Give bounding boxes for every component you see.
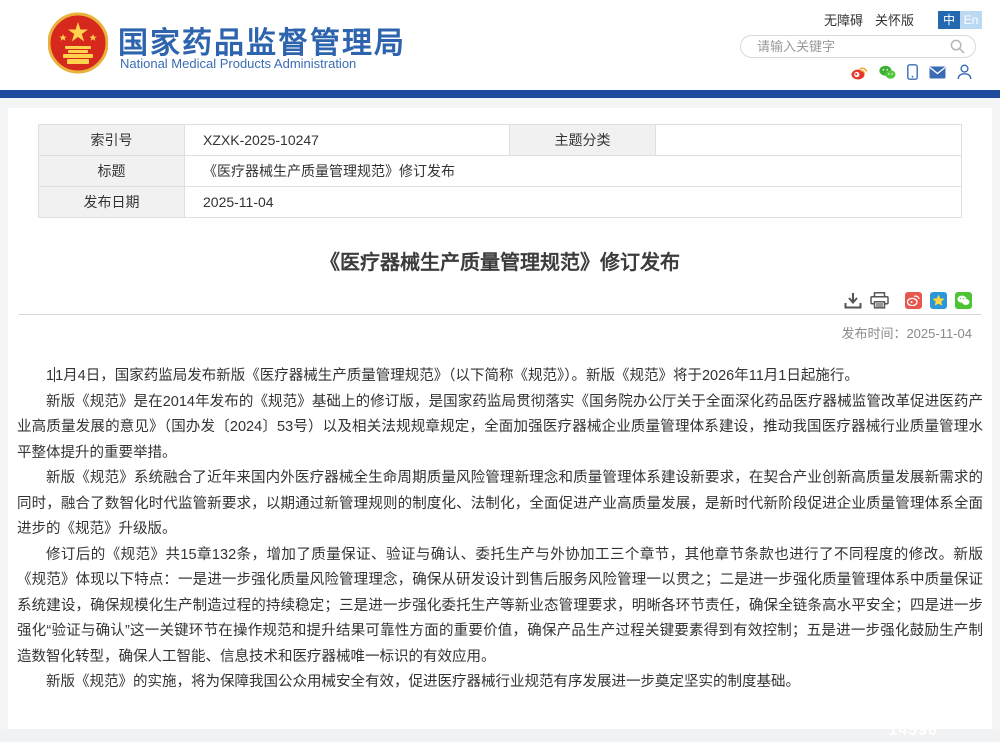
article-body: 11月4日，国家药监局发布新版《医疗器械生产质量管理规范》（以下简称《规范》）。… — [17, 364, 983, 696]
mobile-icon[interactable] — [907, 64, 918, 80]
table-row: 发布日期 2025-11-04 — [39, 187, 962, 218]
table-row: 索引号 XZXK-2025-10247 主题分类 — [39, 125, 962, 156]
site-header: 国家药品监督管理局 National Medical Products Admi… — [0, 0, 1000, 90]
share-weibo-icon[interactable] — [905, 292, 922, 309]
publish-time: 发布时间：2025-11-04 — [8, 323, 972, 342]
share-wechat-icon[interactable] — [955, 292, 972, 309]
header-accent-bar — [0, 90, 1000, 98]
publish-date-label: 发布日期 — [39, 187, 185, 218]
site-search — [740, 35, 976, 58]
mail-icon[interactable] — [929, 66, 946, 79]
paragraph: 修订后的《规范》共15章132条，增加了质量保证、验证与确认、委托生产与外协加工… — [17, 543, 983, 671]
article-title: 《医疗器械生产质量管理规范》修订发布 — [8, 246, 992, 275]
national-emblem-logo — [48, 12, 108, 74]
document-meta-table: 索引号 XZXK-2025-10247 主题分类 标题 《医疗器械生产质量管理规… — [38, 124, 962, 218]
search-input[interactable] — [741, 39, 950, 54]
lang-cn-button[interactable]: 中 — [938, 11, 960, 29]
weibo-icon[interactable] — [851, 65, 868, 80]
page: 国家药品监督管理局 National Medical Products Admi… — [0, 0, 1000, 742]
title-label: 标题 — [39, 156, 185, 187]
download-icon[interactable] — [844, 292, 862, 309]
search-icon[interactable] — [950, 39, 965, 54]
index-number-value: XZXK-2025-10247 — [185, 125, 510, 156]
topic-category-value — [656, 125, 962, 156]
topic-category-label: 主题分类 — [510, 125, 656, 156]
publish-date-value: 2025-11-04 — [185, 187, 962, 218]
accessibility-link[interactable]: 无障碍 — [824, 10, 863, 29]
table-row: 标题 《医疗器械生产质量管理规范》修订发布 — [39, 156, 962, 187]
title-divider — [19, 314, 981, 315]
site-subtitle: National Medical Products Administration — [120, 56, 356, 71]
title-value: 《医疗器械生产质量管理规范》修订发布 — [185, 156, 962, 187]
paragraph: 新版《规范》系统融合了近年来国内外医疗器械全生命周期质量风险管理新理念和质量管理… — [17, 466, 983, 543]
article-toolbar — [8, 291, 972, 309]
index-number-label: 索引号 — [39, 125, 185, 156]
top-utility-links: 无障碍 关怀版 中 En — [824, 10, 982, 29]
paragraph: 新版《规范》的实施，将为保障我国公众用械安全有效，促进医疗器械行业规范有序发展进… — [17, 670, 983, 696]
paragraph: 11月4日，国家药监局发布新版《医疗器械生产质量管理规范》（以下简称《规范》）。… — [17, 364, 983, 390]
content-panel: 索引号 XZXK-2025-10247 主题分类 标题 《医疗器械生产质量管理规… — [8, 108, 992, 742]
lang-en-button[interactable]: En — [960, 11, 982, 29]
social-icon-row — [851, 64, 972, 80]
user-icon[interactable] — [957, 64, 972, 80]
footer-strip — [0, 729, 1000, 742]
print-icon[interactable] — [870, 292, 889, 309]
wechat-icon[interactable] — [879, 65, 896, 80]
share-qzone-icon[interactable] — [930, 292, 947, 309]
care-version-link[interactable]: 关怀版 — [875, 10, 914, 29]
visit-counter: 14596 — [889, 722, 939, 740]
language-switch: 中 En — [938, 11, 982, 29]
paragraph: 新版《规范》是在2014年发布的《规范》基础上的修订版，是国家药监局贯彻落实《国… — [17, 390, 983, 467]
